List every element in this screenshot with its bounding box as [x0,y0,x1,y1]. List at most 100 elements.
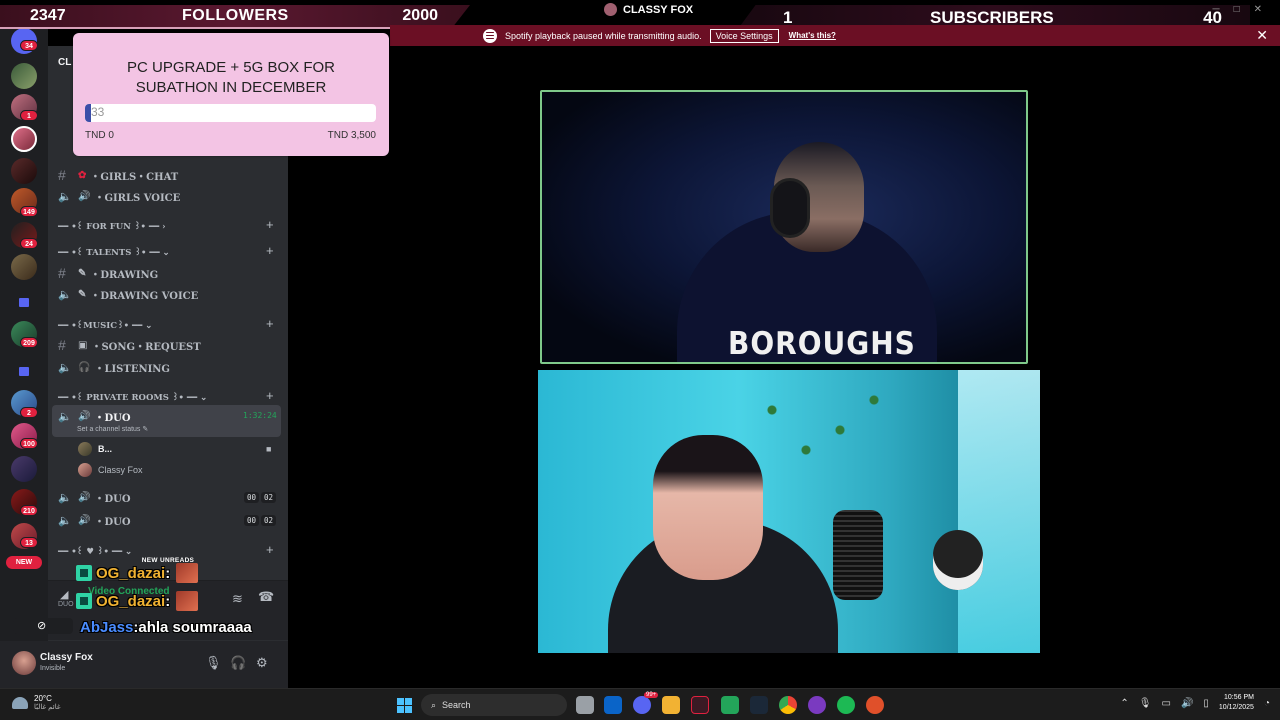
steam-icon[interactable] [750,696,768,714]
close-window-icon[interactable]: ✕ [1254,4,1262,15]
minimize-icon[interactable]: ─ [1212,4,1219,15]
channel-duo[interactable]: 🔈 🔊 ・DUO [58,490,131,505]
channel-drawing[interactable]: # ✎ ・DRAWING [58,265,158,281]
chrome-icon[interactable] [779,696,797,714]
clock[interactable]: 10:56 PM 10/12/2025 [1219,693,1254,713]
webcam-streamer: BOROUGHS [540,90,1028,364]
voice-channel-name[interactable]: DUO [58,601,74,608]
pencil-icon: ✎ [78,289,87,300]
user-name[interactable]: Classy Fox [40,652,93,663]
channel-duo-connected[interactable]: 🔈 🔊 ・DUO [58,409,131,424]
member-name: B... [98,444,113,454]
discord-icon[interactable] [633,696,651,714]
server-icon[interactable] [11,63,37,89]
volume-icon[interactable]: 🔊 [1181,698,1193,709]
add-channel-icon[interactable]: + [266,217,274,232]
plant-decoration [738,380,908,480]
window-light [958,370,1040,653]
channel-girls-chat[interactable]: # ✿ ・GIRLS・CHAT [58,167,178,183]
whats-this-link[interactable]: What's this? [789,31,836,40]
network-icon[interactable]: ▭ [1161,698,1170,709]
speaker-icon: 🔈 [58,410,72,423]
mic-icon[interactable]: 🎙 [1139,698,1152,709]
app-icon[interactable] [808,696,826,714]
browser-icon[interactable] [866,696,884,714]
channel-label: ・GIRLS・CHAT [90,171,179,183]
channel-duo[interactable]: 🔈 🔊 ・DUO [58,513,131,528]
taskbar-search[interactable]: ⌕ Search [421,694,567,716]
obs-studio-icon[interactable] [691,696,709,714]
streamer-avatar [604,3,617,16]
avatar [78,442,92,456]
channel-girls-voice[interactable]: 🔈 🔊 ・GIRLS VOICE [58,189,180,204]
windows-start-icon[interactable] [397,698,412,713]
close-icon[interactable]: ✕ [1256,27,1268,44]
add-channel-icon[interactable]: + [266,542,274,557]
add-channel-icon[interactable]: + [266,388,274,403]
server-icon-active[interactable] [11,126,37,152]
channel-status-prompt[interactable]: Set a channel status ✎ [77,425,148,433]
followers-label: FOLLOWERS [182,7,289,24]
voice-member[interactable]: Classy Fox [78,463,143,477]
flower-icon: ✿ [78,169,87,181]
maximize-icon[interactable]: □ [1234,4,1240,15]
avatar[interactable] [12,651,36,675]
headphones-icon[interactable]: 🎧 [230,655,246,671]
weather-widget[interactable]: 20°C غائم غالبًا [12,694,61,711]
folder-icon[interactable] [19,298,29,307]
chevron-up-icon[interactable]: ⌃ [1120,698,1128,709]
user-limit: 02 [261,515,277,526]
category-for-fun[interactable]: ━━ •꒰ FOR FUN ꒱• ━━ › [58,221,166,232]
disconnect-icon[interactable]: ☎ [258,589,274,605]
spotify-icon [483,28,497,43]
weather-desc: غائم غالبًا [34,704,61,711]
goal-progress-bar: 33 [85,104,376,122]
new-unreads-pill[interactable]: NEW [6,556,42,569]
gear-icon[interactable]: ⚙ [256,655,268,671]
app-icon[interactable] [721,696,739,714]
system-tray: ⌃ 🎙 ▭ 🔊 ▯ 10:56 PM 10/12/2025 ◔ [1120,693,1270,713]
date: 10/12/2025 [1218,704,1254,711]
outlook-icon[interactable] [604,696,622,714]
category-private-rooms[interactable]: ━━ •꒰ PRIVATE ROOMS ꒱• ━━ ⌄ [58,392,207,403]
emote-icon [176,563,199,583]
channel-listening[interactable]: 🔈 🎧 ・LISTENING [58,360,170,375]
task-view-icon[interactable] [576,696,594,714]
channel-drawing-voice[interactable]: 🔈 ✎ ・DRAWING VOICE [58,287,198,302]
goal-title-line: PC UPGRADE + 5G BOX FOR [127,59,335,76]
chat-separator: : [165,564,171,582]
server-name-fragment: CL [58,57,72,68]
category-heart[interactable]: ━━ •꒰ ♥ ꒱• ━━ ⌄ [58,546,132,557]
channel-status-text: Set a channel status [77,426,141,433]
stream-title: CLASSY FOX [604,3,693,16]
spotify-icon[interactable] [837,696,855,714]
category-music[interactable]: ━━ •꒰MUSIC꒱• ━━ ⌄ [58,320,152,331]
speaker-icon: 🔊 [78,411,91,422]
add-channel-icon[interactable]: + [266,243,274,258]
server-icon[interactable] [11,158,37,184]
pencil-icon: ✎ [78,267,87,279]
soundboard-icon[interactable]: ≋ [232,591,243,607]
video-toggle-button[interactable]: ⊘ [13,618,73,634]
mic-icon[interactable]: 🎙 [205,655,222,671]
microphone-icon [833,510,883,600]
search-icon: ⌕ [431,699,437,710]
channel-song-request[interactable]: # ▣ ・SONG・REQUEST [58,337,201,353]
goal-title: PC UPGRADE + 5G BOX FOR SUBATHON IN DECE… [73,58,389,98]
pencil-icon: ✎ [142,426,149,433]
unread-badge: 100 [20,438,38,449]
server-icon[interactable] [11,456,37,482]
server-icon[interactable] [11,254,37,280]
battery-icon[interactable]: ▯ [1203,698,1209,709]
notifications-icon[interactable]: ◔ [1264,698,1270,709]
speaker-icon: 🔈 [58,361,72,374]
add-channel-icon[interactable]: + [266,316,274,331]
category-talents[interactable]: ━━ •꒰ TALENTS ꒱• ━━ ⌄ [58,247,170,258]
folder-icon[interactable] [19,367,29,376]
notice-text: Spotify playback paused while transmitti… [505,30,702,41]
chat-username: AbJass [80,619,134,636]
voice-member[interactable]: B... [78,442,112,456]
voice-settings-button[interactable]: Voice Settings [709,28,779,43]
file-explorer-icon[interactable] [662,696,680,714]
speaker-icon: 🔊 [78,191,91,202]
